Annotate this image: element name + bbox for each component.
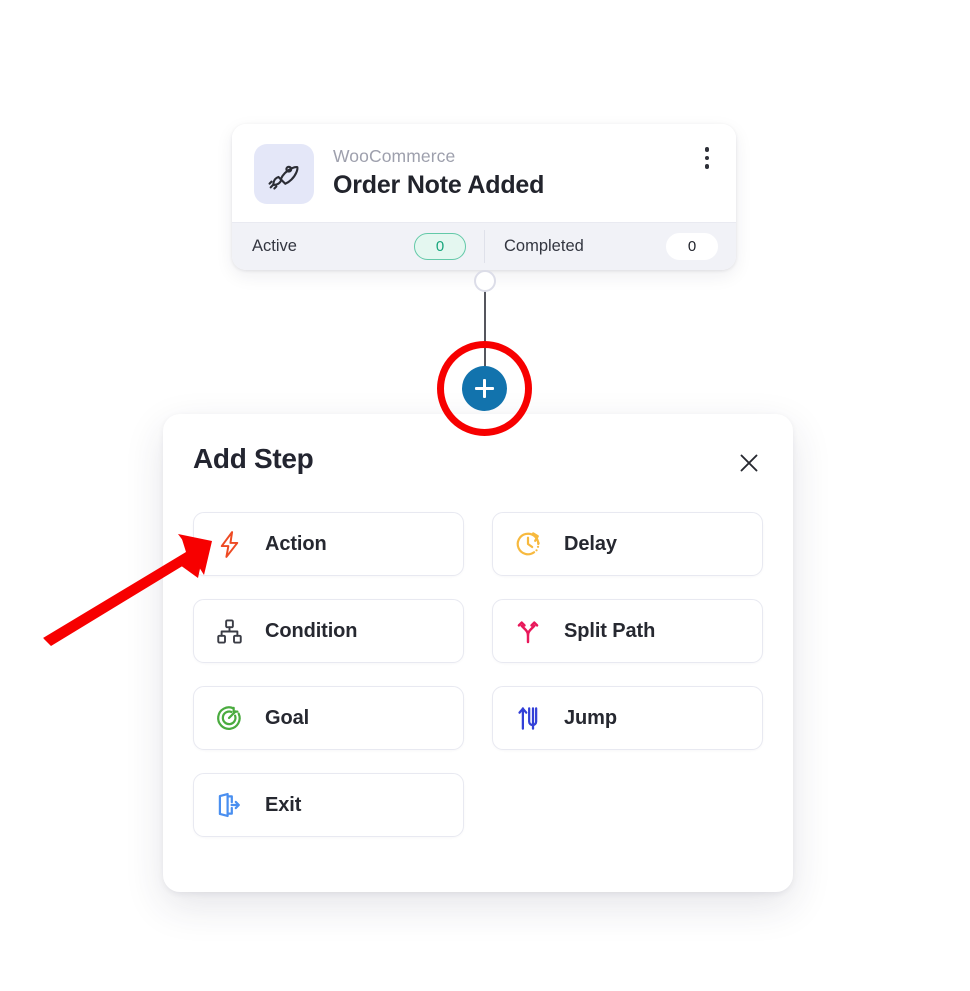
exit-door-icon	[214, 790, 244, 820]
kebab-dot	[704, 164, 710, 169]
add-step-panel: Add Step Action Delay Condition Split Pa…	[163, 414, 793, 892]
step-option-jump[interactable]: Jump	[492, 686, 763, 750]
step-option-split-path[interactable]: Split Path	[492, 599, 763, 663]
page-title: Add Step	[193, 443, 314, 474]
target-icon	[214, 703, 244, 733]
rocket-icon	[254, 144, 314, 204]
hierarchy-icon	[214, 616, 244, 646]
plus-icon	[483, 379, 486, 398]
split-path-icon	[513, 616, 543, 646]
trigger-card-stats: Active 0 Completed 0	[232, 222, 736, 270]
workflow-canvas: WooCommerce Order Note Added Active 0 Co…	[0, 0, 970, 991]
step-option-label: Split Path	[564, 619, 656, 642]
trigger-card[interactable]: WooCommerce Order Note Added Active 0 Co…	[232, 124, 736, 270]
step-option-action[interactable]: Action	[193, 512, 464, 576]
jump-arrows-icon	[513, 703, 543, 733]
add-step-plus-button[interactable]	[462, 366, 507, 411]
stat-active-label: Active	[252, 237, 297, 255]
step-options-grid: Action Delay Condition Split Path Goal J…	[193, 512, 763, 837]
stat-active-badge: 0	[414, 233, 466, 260]
step-option-condition[interactable]: Condition	[193, 599, 464, 663]
step-option-label: Delay	[564, 532, 617, 555]
trigger-card-text: WooCommerce Order Note Added	[333, 146, 544, 201]
step-option-label: Condition	[265, 619, 358, 642]
step-option-label: Exit	[265, 793, 302, 816]
step-option-label: Action	[265, 532, 327, 555]
close-icon[interactable]	[732, 446, 766, 480]
step-option-goal[interactable]: Goal	[193, 686, 464, 750]
trigger-card-body: WooCommerce Order Note Added	[232, 124, 736, 222]
connector-node	[474, 270, 496, 292]
kebab-menu-icon[interactable]	[694, 142, 720, 174]
clock-icon	[513, 529, 543, 559]
step-option-delay[interactable]: Delay	[492, 512, 763, 576]
stat-completed-badge: 0	[666, 233, 718, 260]
kebab-dot	[704, 155, 710, 161]
step-option-exit[interactable]: Exit	[193, 773, 464, 837]
kebab-dot	[704, 147, 710, 152]
step-option-label: Jump	[564, 706, 617, 729]
panel-header: Add Step	[193, 443, 766, 480]
lightning-bolt-icon	[214, 529, 244, 559]
stat-completed-label: Completed	[504, 237, 584, 255]
trigger-title: Order Note Added	[333, 171, 545, 200]
stat-active: Active 0	[232, 223, 484, 270]
step-option-label: Goal	[265, 706, 310, 729]
stat-completed: Completed 0	[484, 223, 736, 270]
trigger-app-name: WooCommerce	[333, 146, 456, 167]
